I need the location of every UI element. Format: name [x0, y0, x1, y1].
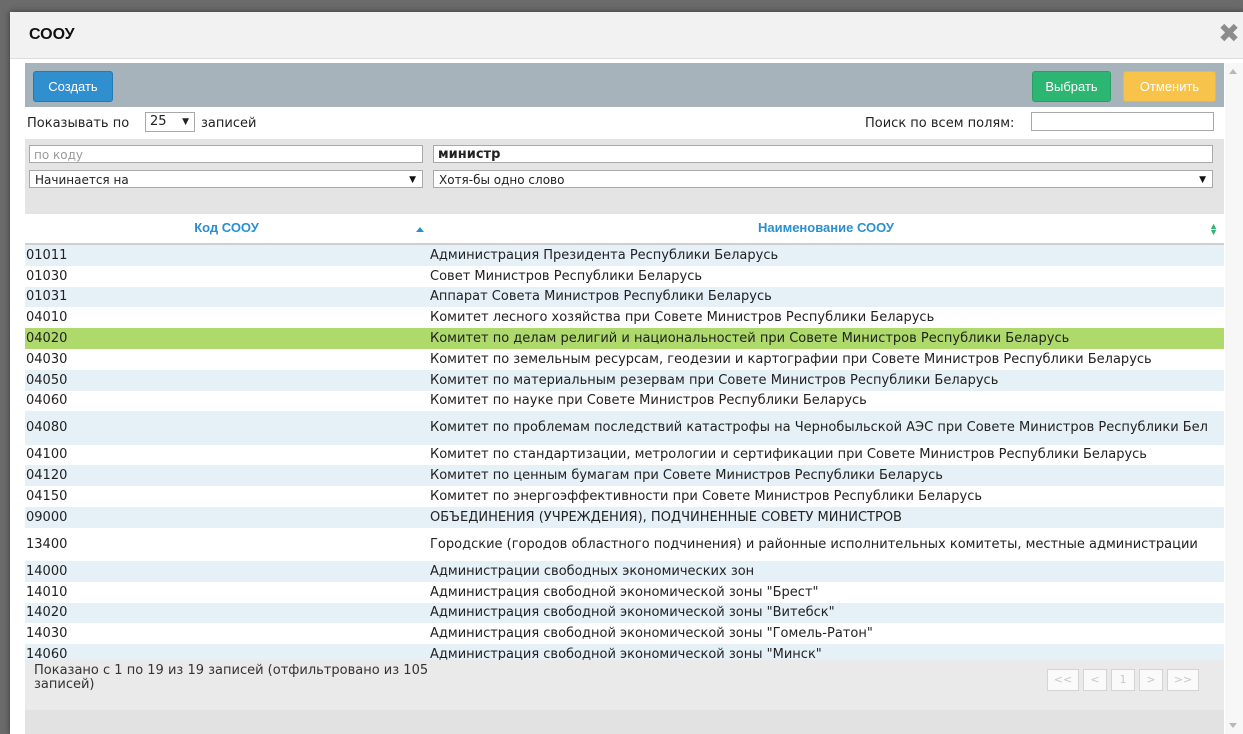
sooy-dialog: СООУ ✖ Создать Выбрать Отменить Показыва… — [10, 12, 1243, 734]
column-header-name[interactable]: Наименование СООУ ▲ ▼ — [428, 214, 1224, 243]
cell-code: 04120 — [26, 468, 68, 484]
page-length-label: Показывать по — [27, 116, 130, 131]
cell-code: 04030 — [26, 351, 68, 367]
table-row[interactable]: 04150 Комитет по энергоэффективности при … — [25, 486, 1224, 507]
cell-code: 14010 — [26, 584, 68, 600]
code-filter-input[interactable]: по коду — [29, 145, 423, 163]
next-page-button[interactable]: > — [1139, 669, 1163, 691]
table-row[interactable]: 01031 Аппарат Совета Министров Республики… — [25, 286, 1224, 308]
cell-code: 04010 — [26, 310, 68, 326]
sort-ascending-icon — [416, 227, 424, 232]
cell-name: Совет Министров Республики Беларусь — [430, 268, 703, 284]
table-row[interactable]: 09000 ОБЪЕДИНЕНИЯ (УЧРЕЖДЕНИЯ), ПОДЧИНЕНН… — [25, 506, 1224, 528]
page-length-suffix: записей — [201, 116, 257, 131]
page-1-button[interactable]: 1 — [1111, 669, 1135, 691]
scrollbar[interactable] — [1225, 63, 1243, 734]
cell-name: Комитет по земельным ресурсам, геодезии … — [430, 351, 1152, 367]
dialog-titlebar: СООУ ✖ — [10, 12, 1243, 59]
search-label: Поиск по всем полям: — [865, 116, 1015, 131]
table-row[interactable]: 14020 Администрация свободной экономическ… — [25, 602, 1224, 624]
cell-name: Городские (городов областного подчинения… — [430, 536, 1198, 552]
table-row[interactable]: 04010 Комитет лесного хозяйства при Совет… — [25, 307, 1224, 329]
cell-name: Аппарат Совета Министров Республики Бела… — [430, 289, 772, 305]
table-row[interactable]: 04120 Комитет по ценным бумагам при Совет… — [25, 465, 1224, 487]
table-row[interactable]: 01030 Совет Министров Республики Беларусь — [25, 265, 1224, 287]
name-filter-mode-select[interactable]: Хотя-бы одно слово ▼ — [433, 170, 1213, 188]
close-icon[interactable]: ✖ — [1217, 21, 1241, 47]
dropdown-arrow-icon: ▼ — [1199, 175, 1206, 185]
page-length-select[interactable]: 25 ▼ — [145, 112, 195, 132]
cell-code: 04050 — [26, 372, 68, 388]
scroll-down-icon[interactable] — [1229, 723, 1237, 728]
dropdown-arrow-icon: ▼ — [409, 175, 416, 185]
cell-name: Комитет по ценным бумагам при Совете Мин… — [430, 468, 943, 484]
select-button[interactable]: Выбрать — [1032, 71, 1111, 102]
table-footer: Показано с 1 по 19 из 19 записей (отфиль… — [25, 660, 1224, 710]
table-row[interactable]: 04050 Комитет по материальным резервам пр… — [25, 369, 1224, 391]
cell-name: Комитет по проблемам последствий катастр… — [430, 420, 1208, 436]
cell-code: 14000 — [26, 563, 68, 579]
cell-name: Комитет по энергоэффективности при Совет… — [430, 489, 983, 505]
toolbar: Создать Выбрать Отменить — [25, 63, 1224, 107]
table-body: 01011 Администрация Президента Республики… — [25, 245, 1224, 665]
cell-code: 04060 — [26, 393, 68, 409]
cell-name: Администрации свободных экономических зо… — [430, 563, 755, 579]
create-button[interactable]: Создать — [33, 71, 113, 102]
table-row[interactable]: 04080 Комитет по проблемам последствий ка… — [25, 411, 1224, 445]
dialog-title: СООУ — [29, 26, 75, 43]
cell-code: 09000 — [26, 509, 68, 525]
table-row[interactable]: 14010 Администрация свободной экономическ… — [25, 581, 1224, 603]
table-row[interactable]: 04100 Комитет по стандартизации, метролог… — [25, 444, 1224, 466]
scroll-up-icon[interactable] — [1229, 69, 1237, 74]
cell-name: Администрация Президента Республики Бела… — [430, 247, 779, 263]
table-row[interactable]: 13400 Городские (городов областного подчи… — [25, 527, 1224, 561]
name-filter-input[interactable]: министр — [433, 145, 1213, 163]
first-page-button[interactable]: << — [1047, 669, 1079, 691]
cell-code: 04100 — [26, 447, 68, 463]
table-row[interactable]: 14000 Администрации свободных экономическ… — [25, 560, 1224, 582]
cell-code: 14020 — [26, 605, 68, 621]
page-length-value: 25 — [150, 114, 167, 129]
cell-name: Комитет по науке при Совете Министров Ре… — [430, 393, 867, 409]
table-row[interactable]: 01011 Администрация Президента Республики… — [25, 245, 1224, 266]
table-info: Показано с 1 по 19 из 19 записей (отфиль… — [34, 663, 429, 692]
cell-code: 01011 — [26, 247, 68, 263]
cell-code: 14030 — [26, 626, 68, 642]
cell-name: Администрация свободной экономической зо… — [430, 605, 835, 621]
cell-name: Администрация свободной экономической зо… — [430, 626, 873, 642]
cell-code: 04020 — [26, 331, 68, 347]
cell-code: 01031 — [26, 289, 68, 305]
dialog-bottom-bar — [25, 710, 1224, 734]
column-header-code[interactable]: Код СООУ — [25, 214, 428, 243]
prev-page-button[interactable]: < — [1083, 669, 1107, 691]
table-row[interactable]: 04020 Комитет по делам религий и национал… — [25, 328, 1224, 349]
table-header: Код СООУ Наименование СООУ ▲ ▼ — [25, 214, 1224, 245]
column-header-name-label: Наименование СООУ — [757, 220, 895, 235]
cell-name: Комитет по стандартизации, метрологии и … — [430, 447, 1147, 463]
table-controls: Показывать по 25 ▼ записей Поиск по всем… — [25, 107, 1224, 139]
cell-code: 04150 — [26, 489, 68, 505]
code-filter-mode-value: Начинается на — [35, 173, 129, 187]
cell-name: Администрация свободной экономической зо… — [430, 584, 819, 600]
cell-name: Комитет лесного хозяйства при Совете Мин… — [430, 310, 935, 326]
cell-name: Комитет по материальным резервам при Сов… — [430, 372, 999, 388]
name-filter-mode-value: Хотя-бы одно слово — [439, 173, 565, 187]
code-filter-mode-select[interactable]: Начинается на ▼ — [29, 170, 423, 188]
cell-name: ОБЪЕДИНЕНИЯ (УЧРЕЖДЕНИЯ), ПОДЧИНЕННЫЕ СО… — [430, 509, 902, 525]
dialog-content: Создать Выбрать Отменить Показывать по 2… — [25, 63, 1224, 734]
table-row[interactable]: 04060 Комитет по науке при Совете Министр… — [25, 390, 1224, 412]
table-row[interactable]: 04030 Комитет по земельным ресурсам, геод… — [25, 348, 1224, 370]
column-header-code-label: Код СООУ — [194, 220, 259, 235]
last-page-button[interactable]: >> — [1167, 669, 1199, 691]
sort-both-icon: ▲ ▼ — [1209, 221, 1218, 237]
dropdown-arrow-icon: ▼ — [182, 117, 189, 127]
column-filters: по коду министр Начинается на ▼ Хотя-бы … — [25, 139, 1224, 214]
cancel-button[interactable]: Отменить — [1123, 71, 1216, 102]
cell-code: 01030 — [26, 268, 68, 284]
search-input[interactable] — [1031, 112, 1214, 131]
cell-code: 13400 — [26, 536, 68, 552]
cell-code: 04080 — [26, 420, 68, 436]
cell-name: Комитет по делам религий и национальност… — [430, 331, 1070, 347]
table-row[interactable]: 14030 Администрация свободной экономическ… — [25, 623, 1224, 645]
